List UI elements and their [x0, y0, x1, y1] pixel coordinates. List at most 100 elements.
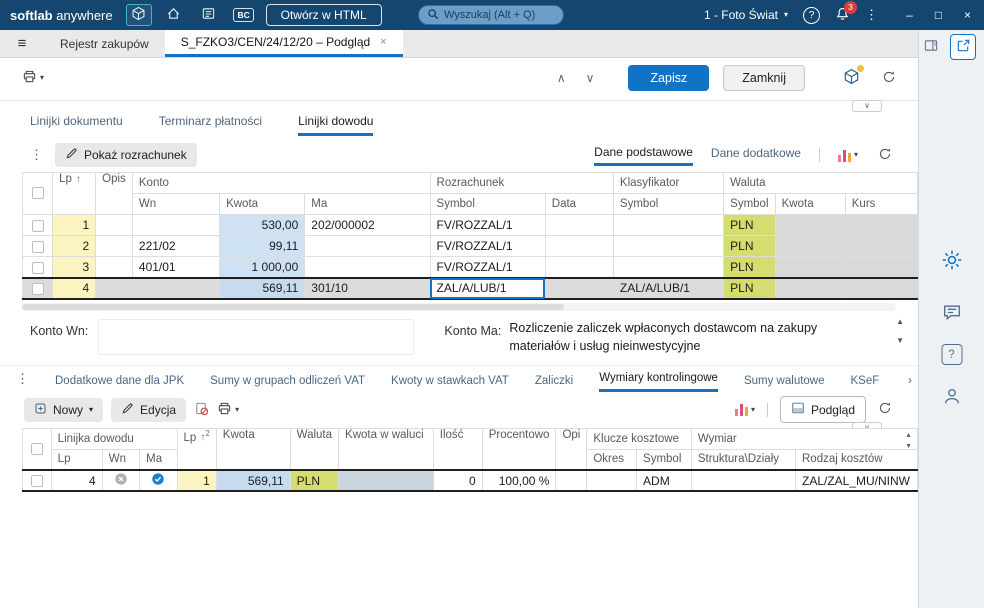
menu-icon[interactable]: ≡: [0, 30, 44, 57]
cell-ma[interactable]: [304, 235, 431, 257]
print-button[interactable]: ▾: [22, 69, 44, 87]
cell-wal-symbol[interactable]: PLN: [723, 235, 776, 257]
row-checkbox[interactable]: [31, 282, 44, 295]
cell-kurs[interactable]: [844, 276, 919, 300]
horizontal-scrollbar[interactable]: [22, 302, 896, 311]
column-header-data[interactable]: Data: [544, 193, 614, 215]
row-select-cell[interactable]: [21, 214, 54, 236]
cell-kurs[interactable]: [844, 214, 919, 236]
print-detail-button[interactable]: ▾: [217, 401, 239, 419]
column-header-opis[interactable]: Opis: [95, 172, 133, 215]
column-group-wymiar[interactable]: Wymiar: [690, 427, 919, 450]
tab-kwoty-stawki-vat[interactable]: Kwoty w stawkach VAT: [391, 375, 509, 392]
cell-struktura[interactable]: [690, 469, 797, 492]
delete-button[interactable]: [194, 401, 209, 419]
cell-kwota-w-walucie[interactable]: [338, 469, 434, 492]
grid-menu-button[interactable]: ⋮: [30, 147, 43, 163]
row-checkbox[interactable]: [30, 475, 43, 488]
cell-kwota[interactable]: 569,11: [219, 276, 306, 300]
float-window-button[interactable]: [843, 65, 864, 88]
cell-data[interactable]: [544, 235, 614, 257]
cell-data[interactable]: [544, 276, 614, 300]
column-header-ma[interactable]: Ma: [304, 193, 431, 215]
cell-data[interactable]: [544, 256, 614, 278]
cell-lp[interactable]: 1: [52, 214, 97, 236]
column-group-klucze-kosztowe[interactable]: Klucze kosztowe: [586, 427, 692, 450]
tab-wymiary-kontrolingowe[interactable]: Wymiary kontrolingowe: [599, 372, 718, 392]
scrollbar-thumb[interactable]: [22, 303, 564, 310]
cell-klas-symbol[interactable]: ZAL/A/LUB/1: [612, 276, 725, 300]
feedback-button[interactable]: [941, 302, 962, 326]
cell-opis[interactable]: [555, 469, 588, 492]
row-select-cell[interactable]: [21, 256, 54, 278]
select-all-cell[interactable]: [22, 427, 52, 471]
row-select-cell[interactable]: [21, 276, 54, 300]
wn-status-cell[interactable]: [101, 469, 141, 492]
row-checkbox[interactable]: [31, 240, 44, 253]
cell-wal-kwota[interactable]: [774, 235, 846, 257]
table-row-selected[interactable]: 4 1 569,11 PLN 0 100,00 % ADM ZAL/ZAL_MU…: [22, 469, 918, 492]
bc-button[interactable]: BC: [231, 4, 257, 26]
tab-linijki-dowodu[interactable]: Linijki dowodu: [298, 114, 374, 136]
table-row[interactable]: 1 530,00 202/000002 FV/ROZZAL/1 PLN: [21, 214, 919, 236]
tab-sumy-walutowe[interactable]: Sumy walutowe: [744, 375, 825, 392]
tab-linijki-dokumentu[interactable]: Linijki dokumentu: [30, 114, 123, 133]
minimize-button[interactable]: –: [895, 0, 924, 30]
panel-scrollbar[interactable]: ▲ ▼: [896, 317, 904, 345]
help-button[interactable]: ?: [803, 6, 820, 24]
column-header-symbol[interactable]: Symbol: [636, 448, 692, 471]
edit-button[interactable]: Edycja: [111, 397, 187, 422]
tab-ksef[interactable]: KSeF: [851, 375, 880, 392]
grid-scrollbar[interactable]: ▲ ▼: [905, 432, 912, 450]
row-checkbox[interactable]: [31, 261, 44, 274]
cell-klas-symbol[interactable]: [612, 214, 725, 236]
detail-tabs-menu[interactable]: ⋮: [16, 371, 29, 387]
column-group-waluta[interactable]: Waluta: [723, 172, 918, 194]
chart-view-button[interactable]: ▾: [734, 403, 755, 416]
collapse-header-button[interactable]: ∨: [852, 100, 882, 112]
scroll-up-icon[interactable]: ▲: [905, 432, 912, 439]
column-header-procentowo[interactable]: Procentowo: [481, 427, 557, 471]
cell-roz-symbol-focused[interactable]: ZAL/A/LUB/1: [429, 276, 546, 300]
contact-button[interactable]: [941, 386, 962, 410]
cell-linijka-lp[interactable]: 4: [50, 469, 103, 492]
more-menu-button[interactable]: ⋮: [865, 7, 878, 23]
table-row[interactable]: 2 221/02 99,11 FV/ROZZAL/1 PLN: [21, 235, 919, 257]
cell-wal-kwota[interactable]: [774, 276, 846, 300]
preview-toggle-button[interactable]: Podgląd: [779, 396, 866, 423]
column-header-rodzaj-kosztow[interactable]: Rodzaj kosztów: [795, 448, 918, 471]
cell-ma[interactable]: [304, 256, 431, 278]
konto-wn-value[interactable]: [98, 318, 415, 355]
ma-status-cell[interactable]: [139, 469, 178, 492]
save-button[interactable]: Zapisz: [628, 65, 710, 91]
column-header-wal-symbol[interactable]: Symbol: [723, 193, 776, 215]
refresh-detail-button[interactable]: [878, 401, 892, 418]
cell-wal-symbol[interactable]: PLN: [723, 256, 776, 278]
scroll-down-icon[interactable]: ▼: [896, 336, 904, 345]
home-button[interactable]: [161, 4, 187, 26]
cell-roz-symbol[interactable]: FV/ROZZAL/1: [429, 256, 546, 278]
tab-document-active[interactable]: S_FZKO3/CEN/24/12/20 – Podgląd ×: [164, 30, 403, 57]
cell-opis[interactable]: [95, 235, 133, 257]
cell-lp[interactable]: 4: [52, 276, 97, 300]
cell-rodzaj-kosztow[interactable]: ZAL/ZAL_MU/NINW: [795, 469, 918, 492]
column-header-roz-symbol[interactable]: Symbol: [429, 193, 546, 215]
cell-lp[interactable]: 3: [52, 256, 97, 278]
close-window-button[interactable]: ×: [953, 0, 982, 30]
cell-wal-kwota[interactable]: [774, 214, 846, 236]
company-selector[interactable]: 1 - Foto Świat ▾: [704, 8, 788, 22]
open-in-html-button[interactable]: Otwórz w HTML: [265, 4, 382, 26]
cell-data[interactable]: [544, 214, 614, 236]
cell-kurs[interactable]: [844, 256, 919, 278]
new-button[interactable]: Nowy ▾: [24, 397, 104, 422]
cell-symbol[interactable]: ADM: [636, 469, 692, 492]
cell-ma[interactable]: 301/10: [304, 276, 431, 300]
maximize-button[interactable]: □: [924, 0, 953, 30]
cell-opis[interactable]: [95, 256, 133, 278]
column-header-kurs[interactable]: Kurs: [844, 193, 919, 215]
cell-wn[interactable]: [131, 214, 221, 236]
cell-lp[interactable]: 1: [176, 469, 217, 492]
tab-terminarz-platnosci[interactable]: Terminarz płatności: [159, 114, 262, 133]
refresh-button[interactable]: [882, 70, 896, 87]
column-header-kwota[interactable]: Kwota: [219, 193, 306, 215]
